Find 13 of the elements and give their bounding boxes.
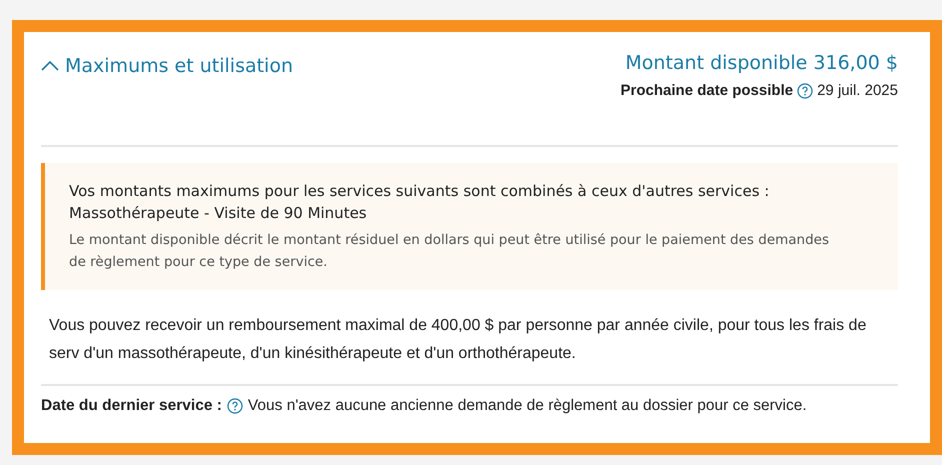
notice-heading: Vos montants maximums pour les services suivants sont combinés à ceux d'autres services : (69, 181, 770, 202)
last-service-text: Vous n'avez aucune ancienne demande de règlement au dossier pour ce service. (248, 397, 807, 415)
next-date: 29 juil. 2025 (817, 82, 898, 99)
available-amount: Montant disponible 316,00 $ (625, 52, 898, 74)
section-toggle[interactable]: Maximums et utilisation (41, 55, 293, 77)
notice-description: Le montant disponible décrit le montant résiduel en dollars qui peut être utilisé pour le paiement des demandes de règlement pour ce type de service. (69, 231, 829, 272)
limit-text: Vous pouvez recevoir un remboursement maximal de 400,00 $ par personne par année civile, pour tous les frais de serv d'un massothérapeute, d'un kinésithérapeute et d'un orthothérapeute. (41, 290, 898, 386)
help-icon[interactable] (226, 398, 243, 414)
help-icon[interactable] (797, 82, 814, 98)
service-name: Massothérapeute - Visite de 90 Minutes (69, 203, 368, 224)
chevron-icon (41, 60, 59, 72)
last-service-label: Date du dernier service : (41, 397, 222, 415)
next-date-label: Prochaine date possible (620, 82, 794, 99)
